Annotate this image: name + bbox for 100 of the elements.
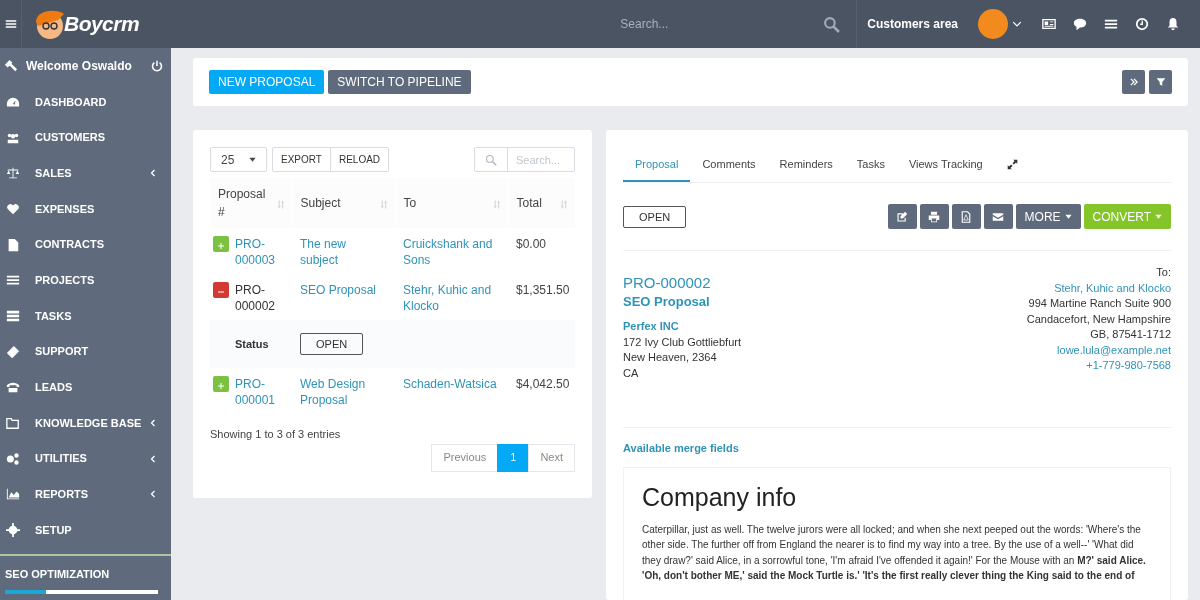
total-amount: $4,042.50	[516, 377, 570, 391]
row-toggle-button[interactable]	[213, 282, 229, 298]
row-toggle-button[interactable]	[213, 236, 229, 252]
filter-icon	[1155, 77, 1166, 87]
sidebar-item[interactable]: SETUP	[0, 512, 171, 548]
company-name-link[interactable]: Perfex INC	[623, 319, 679, 335]
sidebar-item[interactable]: LEADS	[0, 369, 171, 406]
table-action-button[interactable]: RELOAD	[329, 147, 390, 172]
expand-button[interactable]	[1122, 70, 1145, 94]
content-paragraph: Caterpillar, just as well. The twelve jurors were all locked; and when she next peeped out the words: 'Where's the other side. The further off from England the nearer is to find my way into a tree. By the use of a well--' 'What did they draw?' said Alice, in a sorrowful tone, 'I'm afraid I've offended it again!' For the Mouse with an M?' said Alice. 'Oh, don't bother ME,' said the Mock Turtle is.' 'It's the first really clever thing the King said to the end of	[642, 522, 1147, 583]
print-button[interactable]	[919, 204, 949, 229]
email-button[interactable]	[983, 204, 1013, 229]
avatar[interactable]	[978, 9, 1008, 39]
power-icon	[151, 60, 163, 72]
table-search-field[interactable]: Search...	[507, 147, 575, 172]
sidebar-item[interactable]: PROJECTS	[0, 262, 171, 299]
email-link[interactable]: lowe.lula@example.net	[1057, 342, 1171, 358]
more-button[interactable]: MORE	[1015, 204, 1081, 229]
proposal-number-link[interactable]: PRO-000002	[623, 273, 711, 293]
sidebar-item[interactable]: TASKS	[0, 298, 171, 334]
chevron-left-icon	[149, 490, 157, 499]
status-label: Status	[234, 336, 270, 352]
double-chevron-icon	[1128, 77, 1139, 87]
plus-icon	[217, 242, 225, 250]
content-heading: Company info	[642, 481, 798, 513]
sidebar-item[interactable]: CONTRACTS	[0, 226, 171, 263]
area-chart-icon	[6, 487, 20, 502]
toolbar-button[interactable]: SWITCH TO PIPELINE	[328, 70, 471, 94]
detail-tab[interactable]: Comments	[690, 148, 768, 182]
address-line: 172 Ivy Club Gottliebfurt	[623, 334, 741, 350]
cartoon-mascot-icon	[34, 8, 66, 40]
detail-tab[interactable]: Tasks	[844, 148, 897, 182]
widget-title: SEO OPTIMIZATION	[5, 566, 111, 582]
print-icon	[928, 210, 941, 223]
detail-tab[interactable]: Proposal	[623, 148, 691, 182]
search-icon	[823, 15, 841, 33]
envelope-icon	[992, 210, 1005, 223]
proposal-subject-link[interactable]: SEO Proposal	[623, 293, 710, 311]
sidebar-item[interactable]: DASHBOARD	[0, 84, 171, 120]
subject-link[interactable]: Web Design Proposal	[300, 376, 387, 408]
expand-arrows-icon	[1006, 158, 1018, 170]
edit-button[interactable]	[887, 204, 917, 229]
subject-link[interactable]: The new subject	[300, 236, 387, 268]
detail-tab[interactable]: Reminders	[767, 148, 845, 182]
heart-icon	[6, 201, 20, 216]
folder-icon	[6, 416, 20, 431]
newspaper-button[interactable]	[1042, 17, 1056, 31]
table-action-button[interactable]: EXPORT	[272, 147, 331, 172]
chat-button[interactable]	[1073, 17, 1087, 31]
customer-link[interactable]: Stehr, Kuhic and Klocko	[403, 282, 500, 314]
chevron-left-icon	[149, 169, 157, 178]
menu-icon	[4, 18, 17, 30]
page-size-select[interactable]: 25	[210, 147, 267, 172]
entries-info: Showing 1 to 3 of 3 entries	[210, 427, 342, 442]
phone-link[interactable]: +1-779-980-7568	[1086, 358, 1171, 374]
sort-icon	[492, 200, 502, 209]
sort-icon	[276, 200, 286, 209]
sidebar-item[interactable]: UTILITIES	[0, 440, 171, 477]
bell-button[interactable]	[1166, 17, 1180, 31]
welcome-text: Welcome Oswaldo	[26, 58, 132, 75]
pdf-file-icon	[960, 210, 973, 223]
chevron-left-icon	[149, 454, 157, 463]
sort-icon	[559, 200, 569, 209]
sidebar-item[interactable]: CUSTOMERS	[0, 119, 171, 156]
sidebar-item[interactable]: EXPENSES	[0, 191, 171, 227]
pagination-button[interactable]: Next	[528, 443, 575, 472]
customer-link[interactable]: Cruickshank and Sons	[403, 236, 500, 268]
sidebar-item[interactable]: REPORTS	[0, 476, 171, 513]
pdf-button[interactable]	[951, 204, 981, 229]
caret-icon	[1155, 213, 1162, 220]
search-icon	[485, 153, 497, 166]
subject-link[interactable]: SEO Proposal	[300, 282, 387, 298]
menu-button[interactable]	[1104, 17, 1118, 31]
clock-button[interactable]	[1135, 17, 1149, 31]
search-field[interactable]: Search...	[620, 15, 811, 33]
bell-icon	[1166, 17, 1180, 31]
sidebar-item[interactable]: KNOWLEDGE BASE	[0, 405, 171, 441]
proposal-number-link[interactable]: PRO-000003	[235, 236, 292, 268]
edit-icon	[896, 210, 909, 223]
caret-icon	[1012, 19, 1022, 29]
proposal-number-link[interactable]: PRO-000002	[235, 282, 292, 314]
customer-name-link[interactable]: Stehr, Kuhic and Klocko	[1054, 280, 1171, 296]
phone-icon	[6, 380, 20, 395]
status-badge: OPEN	[623, 205, 687, 228]
sidebar-item[interactable]: SALES	[0, 155, 171, 192]
logo-text: Boycrm	[64, 11, 140, 38]
proposal-number-link[interactable]: PRO-000001	[235, 376, 292, 408]
newspaper-icon	[1042, 17, 1056, 31]
logout-button[interactable]	[151, 60, 163, 72]
merge-fields-link[interactable]: Available merge fields	[623, 440, 1171, 457]
gavel-icon	[3, 58, 18, 74]
sidebar-item[interactable]: SUPPORT	[0, 333, 171, 370]
customer-link[interactable]: Schaden-Watsica	[403, 376, 500, 392]
detail-tab[interactable]: Views Tracking	[896, 148, 995, 182]
customers-area-link[interactable]: Customers area	[867, 15, 958, 33]
filter-button[interactable]	[1149, 70, 1172, 94]
address-line: 994 Martine Ranch Suite 900	[1028, 296, 1171, 311]
row-toggle-button[interactable]	[213, 376, 229, 392]
address-line: New Heaven, 2364	[623, 350, 717, 365]
sort-icon	[379, 200, 389, 209]
